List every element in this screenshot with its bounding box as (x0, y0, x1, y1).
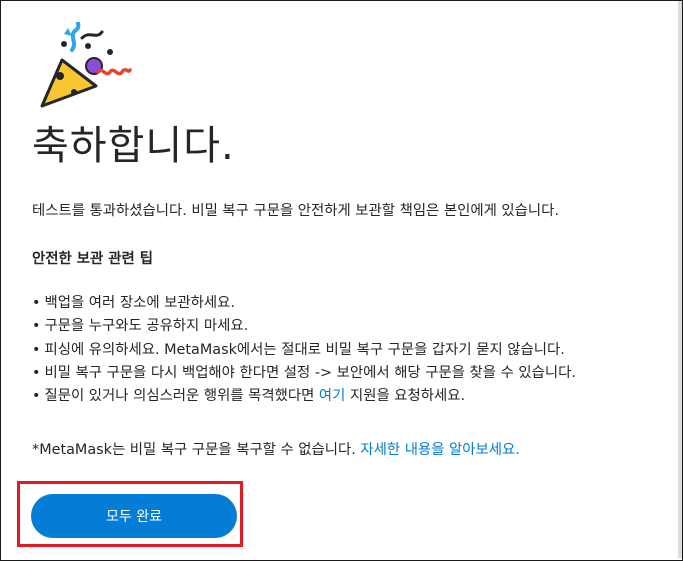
party-popper-icon (40, 22, 132, 108)
tip-text: 비밀 복구 구문을 다시 백업해야 한다면 설정 -> 보안에서 해당 구문을 … (44, 364, 576, 381)
tips-heading: 안전한 보관 관련 팁 (32, 251, 153, 267)
intro-text: 테스트를 통과하셨습니다. 비밀 복구 구문을 안전하게 보관할 책임은 본인에… (32, 203, 559, 219)
tip-item: • 비밀 복구 구문을 다시 백업해야 한다면 설정 -> 보안에서 해당 구문을… (32, 362, 576, 385)
tips-list: • 백업을 여러 장소에 보관하세요. • 구문을 누구와도 공유하지 마세요. •… (32, 292, 576, 408)
tip-text: 구문을 누구와도 공유하지 마세요. (44, 318, 249, 335)
tip-item: • 피싱에 유의하세요. MetaMask에서는 절대로 비밀 복구 구문을 갑자… (32, 339, 576, 362)
tip-item: • 질문이 있거나 의심스러운 행위를 목격했다면 여기 지원을 요청하세요. (32, 385, 576, 408)
all-done-button[interactable]: 모두 완료 (31, 494, 237, 538)
learn-more-link[interactable]: 자세한 내용을 알아보세요. (360, 442, 519, 458)
support-link[interactable]: 여기 (319, 388, 345, 404)
note-text: *MetaMask는 비밀 복구 구문을 복구할 수 없습니다. (32, 442, 361, 458)
bullet: • (32, 388, 41, 405)
page-title: 축하합니다. (32, 123, 235, 169)
bullet: • (32, 341, 41, 358)
bullet: • (32, 295, 41, 311)
bullet: • (32, 318, 41, 335)
bullet: • (32, 364, 41, 381)
tip-item: • 구문을 누구와도 공유하지 마세요. (32, 315, 576, 338)
tip-text: 백업을 여러 장소에 보관하세요. (44, 295, 235, 311)
tip-item: • 백업을 여러 장소에 보관하세요. (32, 292, 576, 315)
recovery-note: *MetaMask는 비밀 복구 구문을 복구할 수 없습니다. 자세한 내용을… (32, 438, 520, 462)
scrollbar[interactable] (678, 1, 682, 558)
tip-text: 지원을 요청하세요. (345, 388, 466, 405)
tip-text: 질문이 있거나 의심스러운 행위를 목격했다면 (44, 388, 319, 405)
tip-text: 피싱에 유의하세요. MetaMask에서는 절대로 비밀 복구 구문을 갑자기… (44, 341, 565, 358)
